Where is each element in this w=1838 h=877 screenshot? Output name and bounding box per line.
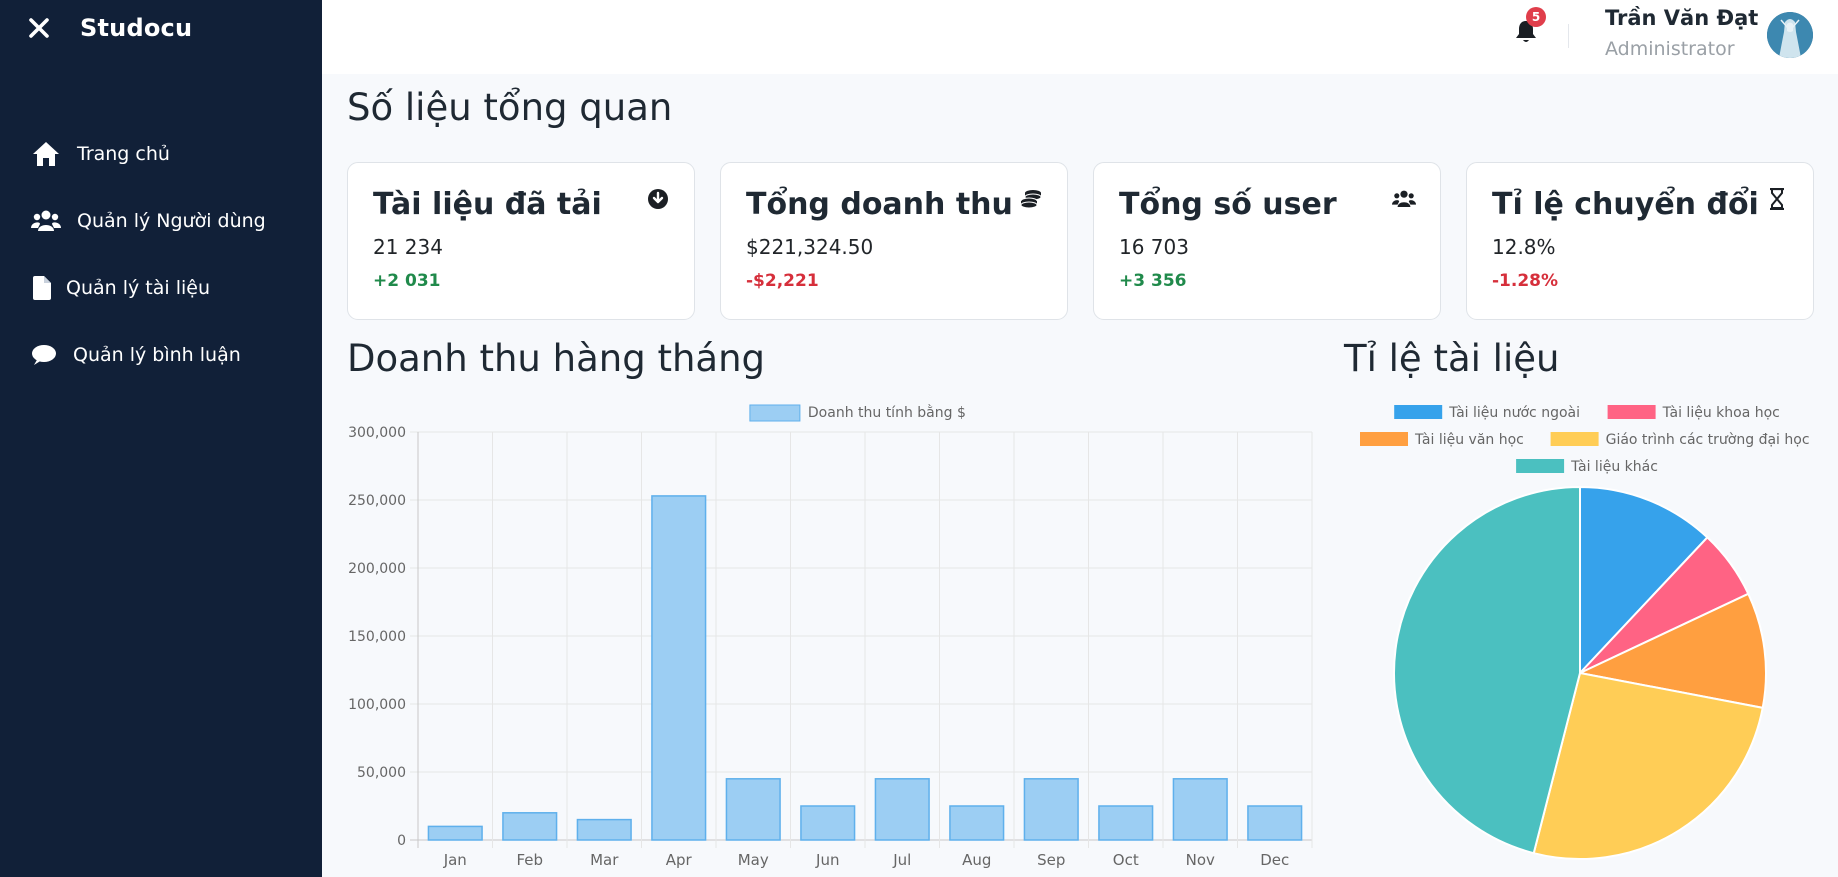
y-tick-label: 250,000 <box>348 493 406 509</box>
legend-swatch <box>749 404 801 422</box>
brand: Studocu <box>26 14 192 42</box>
x-tick-label: Dec <box>1260 851 1289 869</box>
y-tick-label: 0 <box>397 833 406 849</box>
card-value: 21 234 <box>373 235 443 259</box>
legend-label: Tài liệu khác <box>1570 459 1658 475</box>
user-role: Administrator <box>1605 38 1735 60</box>
hourglass-icon <box>1765 187 1789 211</box>
bar <box>1023 778 1079 841</box>
x-tick-label: Sep <box>1037 851 1065 869</box>
legend-swatch <box>1394 405 1443 419</box>
card-value: $221,324.50 <box>746 235 874 259</box>
revenue-bar-chart: Doanh thu tính bằng $ 0 50,000 100,000 150,0… <box>348 404 1313 869</box>
card-change: -1.28% <box>1492 271 1559 291</box>
y-tick-label: 200,000 <box>348 561 406 577</box>
bar <box>949 805 1005 841</box>
x-tick-label: Jun <box>815 851 839 869</box>
card-change: -$2,221 <box>746 271 819 291</box>
avatar[interactable] <box>1767 12 1813 58</box>
revenue-chart: Doanh thu tính bằng $ 0 50,000 100,000 150,0… <box>340 395 1320 877</box>
document-share-chart: Tài liệu nước ngoài Tài liệu khoa học Tài … <box>1348 395 1838 877</box>
x-tick-label: Feb <box>516 851 543 869</box>
bar <box>1172 778 1228 841</box>
sidebar-item-users[interactable]: Quản lý Người dùng <box>0 187 322 254</box>
sidebar-item-documents[interactable]: Quản lý tài liệu <box>0 254 322 321</box>
home-icon <box>31 140 61 168</box>
card-change: +2 031 <box>373 271 441 291</box>
bar <box>427 825 483 841</box>
legend-swatch <box>1607 405 1656 419</box>
stat-card-conversion: Tỉ lệ chuyển đổi 12.8% -1.28% <box>1466 162 1814 320</box>
x-tick-label: Apr <box>666 851 693 869</box>
legend-swatch <box>1550 432 1599 446</box>
avatar-image <box>1767 12 1813 58</box>
bar <box>1098 805 1154 841</box>
download-icon <box>646 187 670 211</box>
legend-label: Giáo trình các trường đại học <box>1606 432 1810 448</box>
sidebar: Studocu Trang chủ Quản lý Người dùng Quả… <box>0 0 322 877</box>
card-title: Tổng số user <box>1119 187 1337 222</box>
card-title: Tỉ lệ chuyển đổi <box>1492 187 1759 222</box>
users-icon <box>1392 187 1416 211</box>
coins-icon <box>1019 187 1043 211</box>
bar <box>1247 805 1303 841</box>
stat-card-downloads: Tài liệu đã tải 21 234 +2 031 <box>347 162 695 320</box>
x-tick-label: Aug <box>962 851 991 869</box>
legend-label: Tài liệu nước ngoài <box>1448 405 1580 421</box>
card-value: 12.8% <box>1492 235 1556 259</box>
sidebar-item-label: Quản lý bình luận <box>73 343 241 366</box>
legend-swatch <box>1360 432 1408 446</box>
document-share-title: Tỉ lệ tài liệu <box>1344 337 1560 380</box>
user-name: Trần Văn Đạt <box>1605 6 1759 30</box>
bar <box>651 495 707 841</box>
notification-badge: 5 <box>1526 7 1546 27</box>
sidebar-nav: Trang chủ Quản lý Người dùng Quản lý tài… <box>0 120 322 388</box>
pie-legend: Tài liệu nước ngoài Tài liệu khoa học Tài … <box>1360 405 1810 475</box>
sidebar-item-label: Quản lý Người dùng <box>77 209 266 232</box>
stat-card-revenue: Tổng doanh thu $221,324.50 -$2,221 <box>720 162 1068 320</box>
card-value: 16 703 <box>1119 235 1189 259</box>
sidebar-item-home[interactable]: Trang chủ <box>0 120 322 187</box>
bar <box>576 818 632 841</box>
x-tick-label: Mar <box>590 851 619 869</box>
x-tick-label: Oct <box>1113 851 1139 869</box>
y-tick-label: 150,000 <box>348 629 406 645</box>
legend-label: Tài liệu văn học <box>1414 432 1524 448</box>
y-tick-label: 100,000 <box>348 697 406 713</box>
sidebar-item-comments[interactable]: Quản lý bình luận <box>0 321 322 388</box>
close-sidebar-button[interactable] <box>26 15 52 41</box>
sidebar-item-label: Quản lý tài liệu <box>66 276 210 299</box>
x-tick-label: Jan <box>443 851 467 869</box>
close-icon <box>29 18 49 38</box>
sidebar-item-label: Trang chủ <box>77 142 170 165</box>
card-title: Tổng doanh thu <box>746 187 1013 222</box>
card-title: Tài liệu đã tải <box>373 187 602 222</box>
bar <box>800 805 856 841</box>
users-icon <box>31 207 61 235</box>
card-change: +3 356 <box>1119 271 1187 291</box>
legend-swatch <box>1516 459 1565 473</box>
x-tick-label: Nov <box>1186 851 1215 869</box>
header-divider <box>1568 24 1569 48</box>
document-pie-chart: Tài liệu nước ngoài Tài liệu khoa học Tài … <box>1360 405 1810 860</box>
bar <box>725 778 781 841</box>
x-tick-label: Jul <box>892 851 911 869</box>
overview-title: Số liệu tổng quan <box>347 86 673 129</box>
chart-legend: Doanh thu tính bằng $ <box>749 404 966 422</box>
comment-icon <box>31 341 57 369</box>
x-tick-label: May <box>738 851 769 869</box>
legend-label: Tài liệu khoa học <box>1662 405 1780 421</box>
bar <box>502 812 558 841</box>
file-icon <box>32 274 52 302</box>
brand-name: Studocu <box>80 14 193 42</box>
revenue-chart-title: Doanh thu hàng tháng <box>347 337 766 380</box>
y-tick-label: 300,000 <box>348 425 406 441</box>
bar <box>874 778 930 841</box>
stat-card-users: Tổng số user 16 703 +3 356 <box>1093 162 1441 320</box>
legend-label: Doanh thu tính bằng $ <box>808 404 966 421</box>
y-tick-label: 50,000 <box>357 765 406 781</box>
